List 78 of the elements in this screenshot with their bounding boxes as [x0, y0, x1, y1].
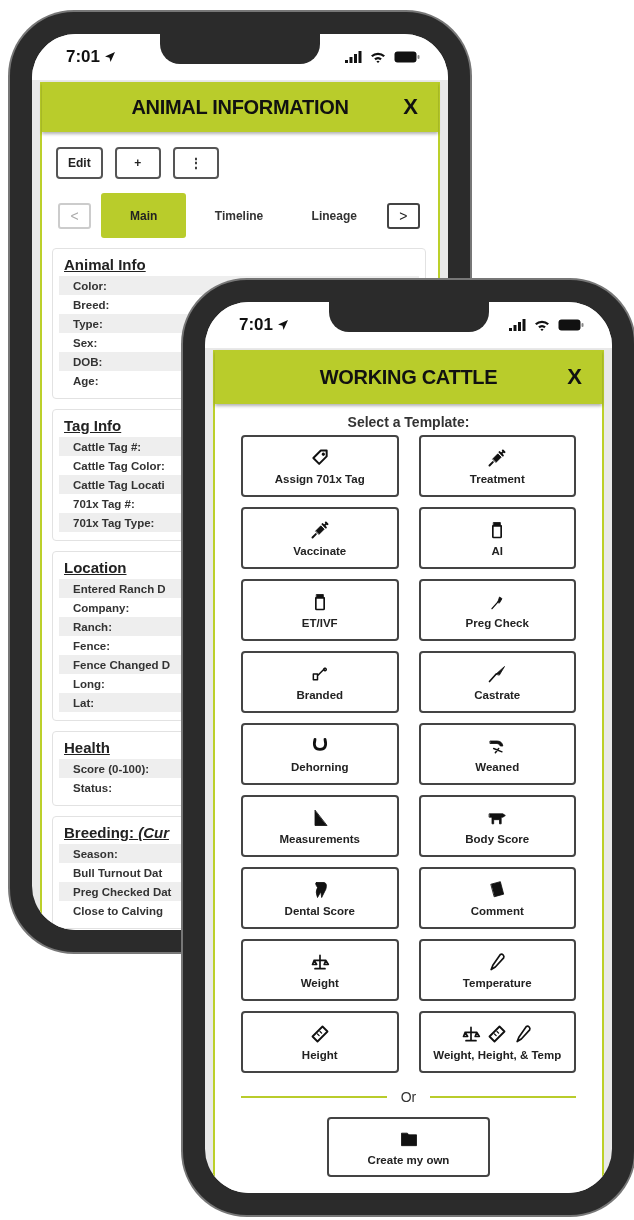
template-button[interactable]: ET/IVF	[241, 579, 399, 641]
section-title: Location	[64, 558, 127, 578]
field-label: Cattle Tag Color:	[73, 459, 165, 472]
status-time: 7:01	[66, 47, 101, 67]
thermometer-icon	[487, 951, 508, 972]
location-arrow-icon	[277, 319, 290, 331]
field-label: Cattle Tag #:	[73, 440, 142, 453]
field-label: Type:	[73, 317, 103, 330]
template-button[interactable]: AI	[418, 507, 576, 569]
template-button[interactable]: Vaccinate	[241, 507, 399, 569]
scalpel-icon	[487, 663, 508, 684]
battery-icon	[394, 51, 420, 63]
section-title: Health	[64, 738, 110, 758]
template-button[interactable]: Assign 701x Tag	[241, 435, 399, 497]
close-button[interactable]: X	[563, 364, 586, 390]
prompt-text: Select a Template:	[347, 414, 470, 430]
next-button[interactable]: >	[386, 202, 420, 229]
field-label: Color:	[73, 279, 107, 292]
field-label: Lat:	[73, 696, 95, 709]
action-button[interactable]: +	[114, 147, 161, 179]
field-label: Age:	[73, 374, 99, 387]
close-button[interactable]: X	[399, 94, 422, 120]
wifi-icon	[534, 319, 550, 331]
field-label: 701x Tag #:	[73, 497, 135, 510]
field-label: Entered Ranch D	[73, 582, 166, 595]
field-label: DOB:	[73, 355, 103, 368]
field-label: Preg Checked Dat	[73, 885, 172, 898]
create-button[interactable]: Create my own	[327, 1117, 490, 1177]
field-label: 701x Tag Type:	[73, 516, 155, 529]
ruler-icon	[309, 1023, 330, 1044]
template-button[interactable]: Dental Score	[241, 867, 399, 929]
field-label: Season:	[73, 847, 118, 860]
template-button[interactable]: Body Score	[418, 795, 576, 857]
action-button[interactable]: ⋮	[172, 147, 219, 179]
field-label: Cattle Tag Locati	[73, 478, 165, 491]
field-label: Score (0-100):	[73, 762, 150, 775]
field-label: Status:	[73, 781, 112, 794]
field-label: Close to Calving	[73, 904, 164, 917]
action-button[interactable]: Edit	[56, 147, 103, 179]
tab[interactable]: Lineage	[291, 193, 377, 238]
location-arrow-icon	[104, 51, 117, 63]
syringe-icon	[309, 519, 330, 540]
template-button[interactable]: Height	[241, 1011, 399, 1073]
battery-icon	[558, 319, 584, 331]
tab[interactable]: Timeline	[196, 193, 282, 238]
template-button[interactable]: Dehorning	[241, 723, 399, 785]
field-label: Sex:	[73, 336, 98, 349]
ruler-icon	[487, 1023, 508, 1044]
modal-title: ANIMAL INFORMATION	[131, 95, 349, 119]
field-label: Breed:	[73, 298, 110, 311]
template-button[interactable]: Castrate	[418, 651, 576, 713]
tab[interactable]: Main	[101, 193, 187, 238]
template-button[interactable]: Branded	[241, 651, 399, 713]
signal-icon	[344, 51, 362, 63]
field-label: Company:	[73, 601, 130, 614]
template-button[interactable]: Comment	[418, 867, 576, 929]
field-label: Fence Changed D	[73, 658, 171, 671]
divider-label: Or	[400, 1089, 417, 1105]
section-title: Breeding: (Cur	[64, 823, 169, 843]
template-button[interactable]: Weight	[241, 939, 399, 1001]
field-label: Ranch:	[73, 620, 112, 633]
section-title: Tag Info	[64, 416, 122, 436]
field-label: Bull Turnout Dat	[73, 866, 163, 879]
template-button[interactable]: Preg Check	[418, 579, 576, 641]
thermometer-icon	[513, 1023, 534, 1044]
template-button[interactable]: Weaned	[418, 723, 576, 785]
template-button[interactable]: Weight, Height, & Temp	[418, 1011, 576, 1073]
wifi-icon	[370, 51, 386, 63]
modal-title: WORKING CATTLE	[319, 365, 498, 389]
template-button[interactable]: Treatment	[418, 435, 576, 497]
signal-icon	[508, 319, 526, 331]
syringe-icon	[487, 447, 508, 468]
section-title: Animal Info	[64, 255, 146, 275]
field-label: Fence:	[73, 639, 111, 652]
template-button[interactable]: Temperature	[418, 939, 576, 1001]
template-button[interactable]: Measurements	[241, 795, 399, 857]
field-label: Long:	[73, 677, 105, 690]
status-time: 7:01	[239, 315, 274, 335]
